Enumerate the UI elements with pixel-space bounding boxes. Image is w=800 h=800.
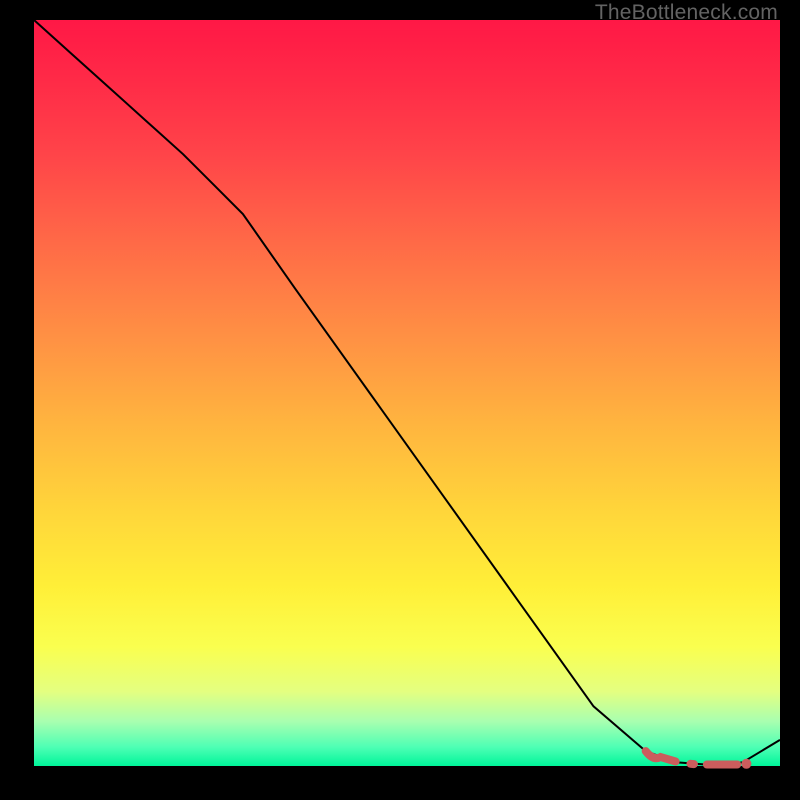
watermark-text: TheBottleneck.com xyxy=(595,1,778,25)
highlight-dashed xyxy=(691,764,738,765)
highlight-end-dot xyxy=(741,759,751,769)
highlight-start-segment xyxy=(646,751,676,761)
curve-line xyxy=(34,20,780,765)
plot-area xyxy=(34,20,780,766)
chart-svg xyxy=(34,20,780,766)
chart-stage: TheBottleneck.com xyxy=(0,0,800,800)
